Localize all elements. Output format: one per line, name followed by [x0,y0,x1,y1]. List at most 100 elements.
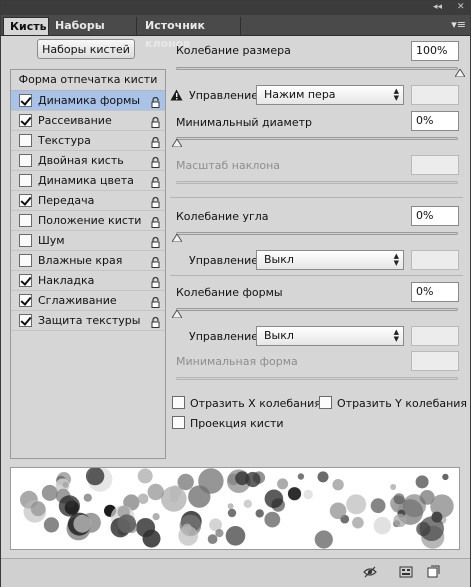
brush-dab [264,489,284,509]
brush-setting-row[interactable]: Положение кисти [11,211,165,231]
brush-setting-row[interactable]: Сглаживание [11,291,165,311]
min-diameter-slider[interactable] [176,137,458,140]
close-icon[interactable]: ✕ [457,2,465,12]
brush-setting-row[interactable]: Защита текстуры [11,311,165,331]
brush-setting-row[interactable]: Шум [11,231,165,251]
roundness-jitter-input[interactable]: 0% [411,282,459,302]
lock-icon[interactable] [151,135,160,148]
chevron-updown-icon: ▲ ▼ [393,87,399,102]
brush-presets-button[interactable]: Наборы кистей [37,39,135,59]
divider [170,197,463,198]
lock-icon[interactable] [151,255,160,268]
brush-setting-checkbox[interactable] [19,134,32,147]
lock-icon[interactable] [151,215,160,228]
brush-dab [161,486,187,512]
size-jitter-slider[interactable] [176,67,458,70]
brush-setting-checkbox[interactable] [19,114,32,127]
lock-icon[interactable] [151,275,160,288]
size-jitter-input[interactable]: 100% [411,41,459,61]
brush-setting-row[interactable]: Двойная кисть [11,151,165,171]
lock-icon[interactable] [151,115,160,128]
flip-y-checkbox[interactable] [319,396,332,409]
flip-x-checkbox[interactable] [172,396,185,409]
lock-icon[interactable] [151,195,160,208]
brush-setting-checkbox[interactable] [19,194,32,207]
collapse-icon[interactable]: ◂◂ [433,2,442,12]
brush-dab [142,529,161,548]
min-roundness-slider [176,377,458,380]
lock-icon[interactable] [151,175,160,188]
roundness-jitter-slider[interactable] [176,308,458,311]
brush-setting-checkbox[interactable] [19,214,32,227]
brush-setting-checkbox[interactable] [19,174,32,187]
tilt-scale-label: Масштаб наклона [176,159,281,172]
new-preset-icon[interactable] [426,565,440,579]
roundness-jitter-slider-thumb[interactable] [172,310,182,318]
brush-setting-checkbox[interactable] [19,254,32,267]
brush-setting-label: Текстура [38,134,91,147]
angle-jitter-label: Колебание угла [176,210,269,223]
brush-projection-checkbox[interactable] [172,416,185,429]
brush-dab [402,494,426,518]
brush-setting-label: Двойная кисть [38,154,124,167]
panel-menu-icon[interactable]: ▾≡ [451,18,466,31]
angle-control-value: Выкл [264,253,294,266]
tab-bar: Кисть Наборы кистей Источник клонов ▾≡ [1,15,470,50]
brush-setting-row[interactable]: Рассеивание [11,111,165,131]
brush-dab [415,475,429,489]
brush-setting-row[interactable]: Влажные края [11,251,165,271]
brush-setting-label: Влажные края [38,254,123,267]
tab-clone-source[interactable]: Источник клонов [139,17,241,50]
brush-dab [73,514,92,533]
brush-dab [329,502,347,520]
brush-setting-row[interactable]: Динамика формы [11,91,165,111]
lock-icon[interactable] [151,315,160,328]
brush-setting-checkbox[interactable] [19,314,32,327]
brush-dab [314,530,333,549]
brush-setting-checkbox[interactable] [19,154,32,167]
angle-control-select[interactable]: Выкл ▲ ▼ [256,250,404,270]
roundness-control-label: Управление: [189,330,262,343]
size-control-fade-input [411,85,459,105]
grid-panel-icon[interactable] [399,565,413,579]
roundness-control-fade-input [411,326,459,346]
brush-setting-row[interactable]: Передача [11,191,165,211]
brush-setting-checkbox[interactable] [19,234,32,247]
brush-setting-checkbox[interactable] [19,94,32,107]
brush-dab [352,516,364,529]
brush-dab [188,485,211,508]
tab-brush[interactable]: Кисть [3,17,49,35]
panel-titlebar: ◂◂ ✕ [1,1,470,15]
lock-icon[interactable] [151,235,160,248]
eye-icon[interactable] [363,565,377,579]
tab-brush-presets[interactable]: Наборы кистей [49,17,137,50]
brush-setting-checkbox[interactable] [19,274,32,287]
min-roundness-label: Минимальная форма [176,355,298,368]
size-jitter-label: Колебание размера [176,44,291,57]
brush-setting-label: Динамика цвета [38,174,134,187]
brush-dab [255,509,264,518]
brush-dab [43,517,60,533]
chevron-updown-icon: ▲ ▼ [393,328,399,343]
size-control-select[interactable]: Нажим пера ▲ ▼ [256,85,404,105]
brush-setting-row[interactable]: Текстура [11,131,165,151]
angle-jitter-input[interactable]: 0% [411,206,459,226]
min-diameter-slider-thumb[interactable] [172,139,182,147]
lock-icon[interactable] [151,155,160,168]
lock-icon[interactable] [151,95,160,108]
brush-setting-checkbox[interactable] [19,294,32,307]
roundness-control-select[interactable]: Выкл ▲ ▼ [256,326,404,346]
size-jitter-slider-thumb[interactable] [455,69,465,77]
angle-jitter-slider-thumb[interactable] [172,234,182,242]
brush-dab [287,487,302,501]
brush-stroke-preview [10,467,460,550]
lock-icon[interactable] [151,295,160,308]
min-diameter-input[interactable]: 0% [411,111,459,131]
roundness-control-value: Выкл [264,329,294,342]
brush-dab [264,511,281,528]
brush-setting-row[interactable]: Динамика цвета [11,171,165,191]
brush-setting-row[interactable]: Накладка [11,271,165,291]
angle-jitter-slider[interactable] [176,232,458,235]
brush-tip-shape-header[interactable]: Форма отпечатка кисти [11,70,165,91]
tilt-scale-slider [176,181,458,184]
